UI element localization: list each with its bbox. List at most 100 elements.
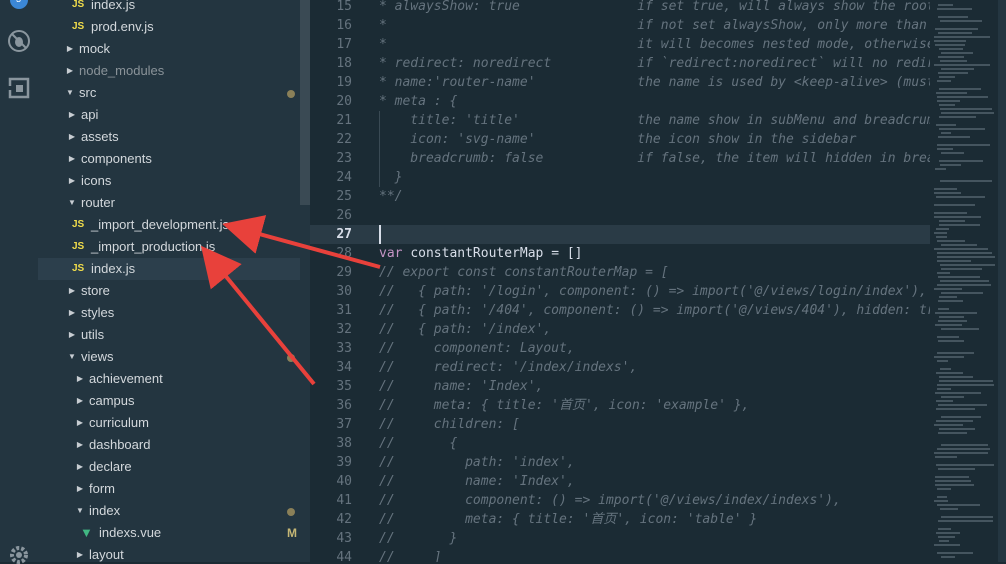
folder-api[interactable]: ▶ api	[38, 104, 300, 126]
folder-mock[interactable]: ▶ mock	[38, 38, 300, 60]
code-line[interactable]: 39 // path: 'index',	[310, 453, 930, 472]
folder-assets[interactable]: ▶ assets	[38, 126, 300, 148]
folder-form[interactable]: ▶ form	[38, 478, 300, 500]
folder-components[interactable]: ▶ components	[38, 148, 300, 170]
minimap-line	[934, 40, 966, 42]
code-line[interactable]: 16 * if not set alwaysShow, only more tha…	[310, 16, 930, 35]
minimap-line	[937, 388, 951, 390]
chevron-right-icon[interactable]: ▶	[67, 104, 77, 126]
chevron-right-icon[interactable]: ▶	[75, 544, 85, 562]
file--import-production-js[interactable]: JS _import_production.js	[38, 236, 300, 258]
code-line[interactable]: 38 // {	[310, 434, 930, 453]
minimap[interactable]	[930, 0, 1006, 562]
code-line[interactable]: 44 // ]	[310, 548, 930, 562]
chevron-down-icon[interactable]: ▼	[67, 346, 77, 368]
folder-utils[interactable]: ▶ utils	[38, 324, 300, 346]
chevron-right-icon[interactable]: ▶	[65, 38, 75, 60]
minimap-line	[938, 16, 968, 18]
code-line[interactable]: 24 }	[310, 168, 930, 187]
code-line[interactable]: 36 // meta: { title: '首页', icon: 'example…	[310, 396, 930, 415]
code-line[interactable]: 30 // { path: '/login', component: () => …	[310, 282, 930, 301]
code-line[interactable]: 42 // meta: { title: '首页', icon: 'table' …	[310, 510, 930, 529]
code-line[interactable]: 31 // { path: '/404', component: () => im…	[310, 301, 930, 320]
editor-scrollbar[interactable]	[998, 0, 1006, 562]
folder-src[interactable]: ▼ src	[38, 82, 300, 104]
code-line[interactable]: 21 title: 'title' the name show in subMe…	[310, 111, 930, 130]
code-line[interactable]: 40 // name: 'Index',	[310, 472, 930, 491]
code-line[interactable]: 43 // }	[310, 529, 930, 548]
source-control-icon[interactable]: 3	[0, 0, 38, 14]
minimap-line	[935, 476, 969, 478]
file-indexs-vue[interactable]: ▼ indexs.vue M	[38, 522, 300, 544]
chevron-right-icon[interactable]: ▶	[67, 170, 77, 192]
code-line[interactable]: 27	[310, 225, 930, 244]
chevron-right-icon[interactable]: ▶	[67, 302, 77, 324]
code-text: // { path: '/index',	[379, 322, 552, 337]
code-line[interactable]: 19 * name:'router-name' the name is used …	[310, 73, 930, 92]
minimap-line	[939, 376, 973, 378]
file-index-js[interactable]: JS index.js	[38, 258, 300, 280]
code-line[interactable]: 18 * redirect: noredirect if `redirect:no…	[310, 54, 930, 73]
minimap-line	[941, 396, 964, 398]
explorer-scrollbar[interactable]	[300, 0, 310, 205]
folder-store[interactable]: ▶ store	[38, 280, 300, 302]
file--import-development-js[interactable]: JS _import_development.js	[38, 214, 300, 236]
minimap-line	[935, 28, 978, 30]
folder-campus[interactable]: ▶ campus	[38, 390, 300, 412]
chevron-right-icon[interactable]: ▶	[67, 148, 77, 170]
code-line[interactable]: 28 var constantRouterMap = []	[310, 244, 930, 263]
folder-icons[interactable]: ▶ icons	[38, 170, 300, 192]
chevron-down-icon[interactable]: ▼	[65, 82, 75, 104]
tree-item-label: form	[89, 481, 115, 496]
line-number: 23	[336, 151, 352, 166]
folder-declare[interactable]: ▶ declare	[38, 456, 300, 478]
chevron-right-icon[interactable]: ▶	[65, 60, 75, 82]
debug-icon[interactable]	[0, 28, 38, 56]
file-prod-env-js[interactable]: JS prod.env.js	[38, 16, 300, 38]
chevron-right-icon[interactable]: ▶	[75, 412, 85, 434]
file-index-js[interactable]: JS index.js	[38, 0, 300, 16]
chevron-right-icon[interactable]: ▶	[67, 280, 77, 302]
extensions-icon[interactable]	[0, 76, 38, 104]
code-line[interactable]: 33 // component: Layout,	[310, 339, 930, 358]
minimap-line	[937, 96, 988, 98]
settings-gear-icon[interactable]	[0, 542, 38, 564]
code-line[interactable]: 26	[310, 206, 930, 225]
minimap-line	[938, 72, 968, 74]
code-line[interactable]: 34 // redirect: '/index/indexs',	[310, 358, 930, 377]
chevron-right-icon[interactable]: ▶	[75, 390, 85, 412]
line-number: 16	[336, 18, 352, 33]
folder-layout[interactable]: ▶ layout	[38, 544, 300, 562]
folder-dashboard[interactable]: ▶ dashboard	[38, 434, 300, 456]
code-line[interactable]: 15 * alwaysShow: true if set true, will a…	[310, 0, 930, 16]
minimap-line	[934, 424, 963, 426]
code-line[interactable]: 41 // component: () => import('@/views/in…	[310, 491, 930, 510]
chevron-right-icon[interactable]: ▶	[75, 456, 85, 478]
code-line[interactable]: 35 // name: 'Index',	[310, 377, 930, 396]
chevron-right-icon[interactable]: ▶	[67, 324, 77, 346]
chevron-right-icon[interactable]: ▶	[75, 434, 85, 456]
folder-curriculum[interactable]: ▶ curriculum	[38, 412, 300, 434]
chevron-down-icon[interactable]: ▼	[67, 192, 77, 214]
line-number: 21	[336, 113, 352, 128]
code-line[interactable]: 32 // { path: '/index',	[310, 320, 930, 339]
minimap-line	[937, 272, 950, 274]
chevron-right-icon[interactable]: ▶	[67, 126, 77, 148]
folder-styles[interactable]: ▶ styles	[38, 302, 300, 324]
chevron-right-icon[interactable]: ▶	[75, 478, 85, 500]
code-editor[interactable]: 15 * alwaysShow: true if set true, will a…	[310, 0, 930, 562]
chevron-down-icon[interactable]: ▼	[75, 500, 85, 522]
code-line[interactable]: 17 * it will becomes nested mode, otherwi…	[310, 35, 930, 54]
code-line[interactable]: 37 // children: [	[310, 415, 930, 434]
chevron-right-icon[interactable]: ▶	[75, 368, 85, 390]
code-line[interactable]: 23 breadcrumb: false if false, the item …	[310, 149, 930, 168]
folder-router[interactable]: ▼ router	[38, 192, 300, 214]
code-line[interactable]: 20 * meta : {	[310, 92, 930, 111]
folder-index[interactable]: ▼ index	[38, 500, 300, 522]
folder-views[interactable]: ▼ views	[38, 346, 300, 368]
code-line[interactable]: 25 **/	[310, 187, 930, 206]
code-line[interactable]: 29 // export const constantRouterMap = [	[310, 263, 930, 282]
code-line[interactable]: 22 icon: 'svg-name' the icon show in the…	[310, 130, 930, 149]
folder-node-modules[interactable]: ▶ node_modules	[38, 60, 300, 82]
folder-achievement[interactable]: ▶ achievement	[38, 368, 300, 390]
